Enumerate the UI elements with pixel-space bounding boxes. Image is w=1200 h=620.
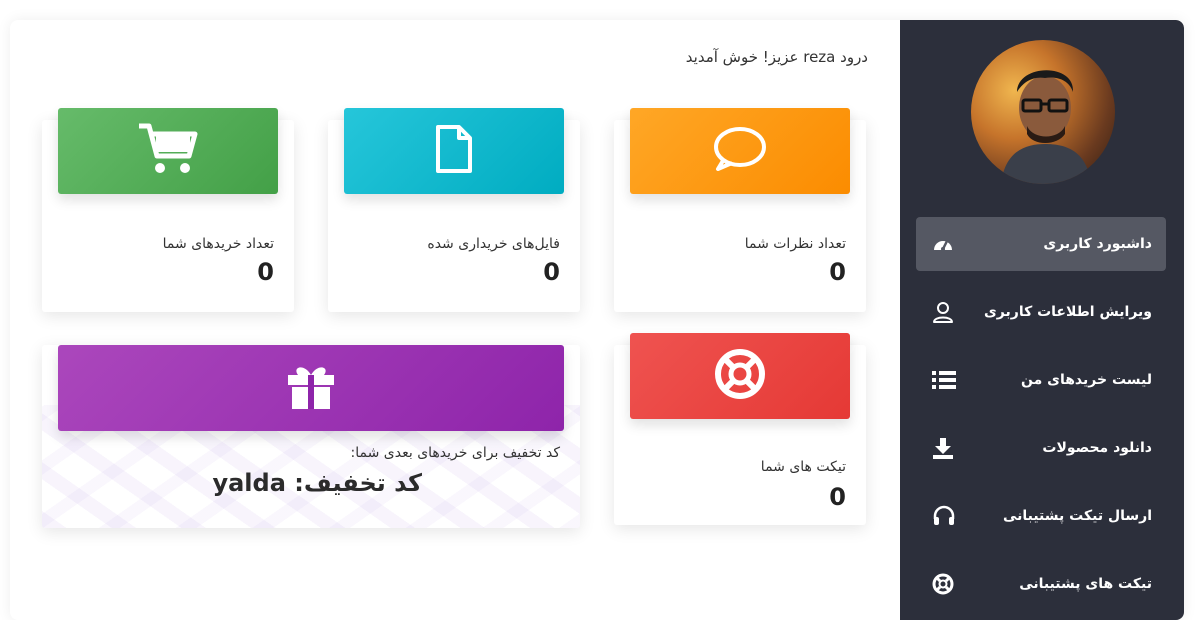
lifebuoy-icon (714, 348, 766, 404)
dashboard-gauge-icon (932, 234, 954, 254)
sidebar-item-label: لیست خریدهای من (1021, 372, 1152, 388)
sidebar-item-label: ویرایش اطلاعات کاربری (983, 304, 1152, 320)
stat-card-comments: تعداد نظرات شما 0 (614, 108, 866, 312)
sidebar-item-my-purchases[interactable]: لیست خریدهای من (916, 353, 1166, 407)
discount-code: کد تخفیف: yalda (212, 469, 422, 497)
sidebar-item-send-ticket[interactable]: ارسال تیکت پشتیبانی (916, 489, 1166, 543)
stat-value: 0 (543, 258, 560, 286)
sidebar-item-support-tickets[interactable]: تیکت های پشتیبانی (916, 557, 1166, 611)
sidebar-item-dashboard[interactable]: داشبورد کاربری (916, 217, 1166, 271)
user-icon (932, 301, 954, 323)
download-icon (932, 437, 954, 459)
welcome-message: درود reza عزیز! خوش آمدید (685, 48, 868, 66)
stat-label: تیکت های شما (760, 459, 846, 475)
stat-card-tickets: تیکت های شما 0 (614, 333, 866, 525)
stat-value: 0 (829, 258, 846, 286)
sidebar: داشبورد کاربری ویرایش اطلاعات کاربری لیس… (900, 20, 1184, 620)
dashboard-panel: درود reza عزیز! خوش آمدید تعداد نظرات شم… (10, 20, 1184, 620)
stat-card-header (630, 333, 850, 419)
sidebar-item-label: تیکت های پشتیبانی (1019, 576, 1152, 592)
stat-card-header (58, 108, 278, 194)
sidebar-menu: داشبورد کاربری ویرایش اطلاعات کاربری لیس… (916, 217, 1166, 620)
discount-card-header (58, 345, 564, 431)
stat-card-purchases: تعداد خریدهای شما 0 (42, 108, 294, 312)
list-icon (932, 370, 956, 390)
file-icon (434, 124, 474, 178)
sidebar-item-label: دانلود محصولات (1042, 440, 1152, 456)
sidebar-item-edit-profile[interactable]: ویرایش اطلاعات کاربری (916, 285, 1166, 339)
gift-icon (284, 361, 338, 415)
cart-icon (137, 122, 199, 180)
sidebar-item-downloads[interactable]: دانلود محصولات (916, 421, 1166, 475)
stat-value: 0 (829, 483, 846, 511)
stat-value: 0 (257, 258, 274, 286)
headset-icon (932, 505, 956, 527)
lifebuoy-icon (932, 573, 954, 595)
stat-card-header (630, 108, 850, 194)
stat-label: تعداد نظرات شما (744, 236, 846, 252)
sidebar-item-label: داشبورد کاربری (1043, 236, 1152, 252)
stat-card-files: فایل‌های خریداری شده 0 (328, 108, 580, 312)
discount-card: کد تخفیف برای خریدهای بعدی شما: کد تخفیف… (42, 345, 580, 528)
comment-icon (712, 125, 768, 177)
user-avatar (971, 40, 1115, 184)
discount-label: کد تخفیف برای خریدهای بعدی شما: (350, 445, 560, 461)
stat-card-header (344, 108, 564, 194)
stat-label: فایل‌های خریداری شده (427, 236, 560, 252)
stat-label: تعداد خریدهای شما (162, 236, 274, 252)
sidebar-item-label: ارسال تیکت پشتیبانی (1002, 508, 1152, 524)
